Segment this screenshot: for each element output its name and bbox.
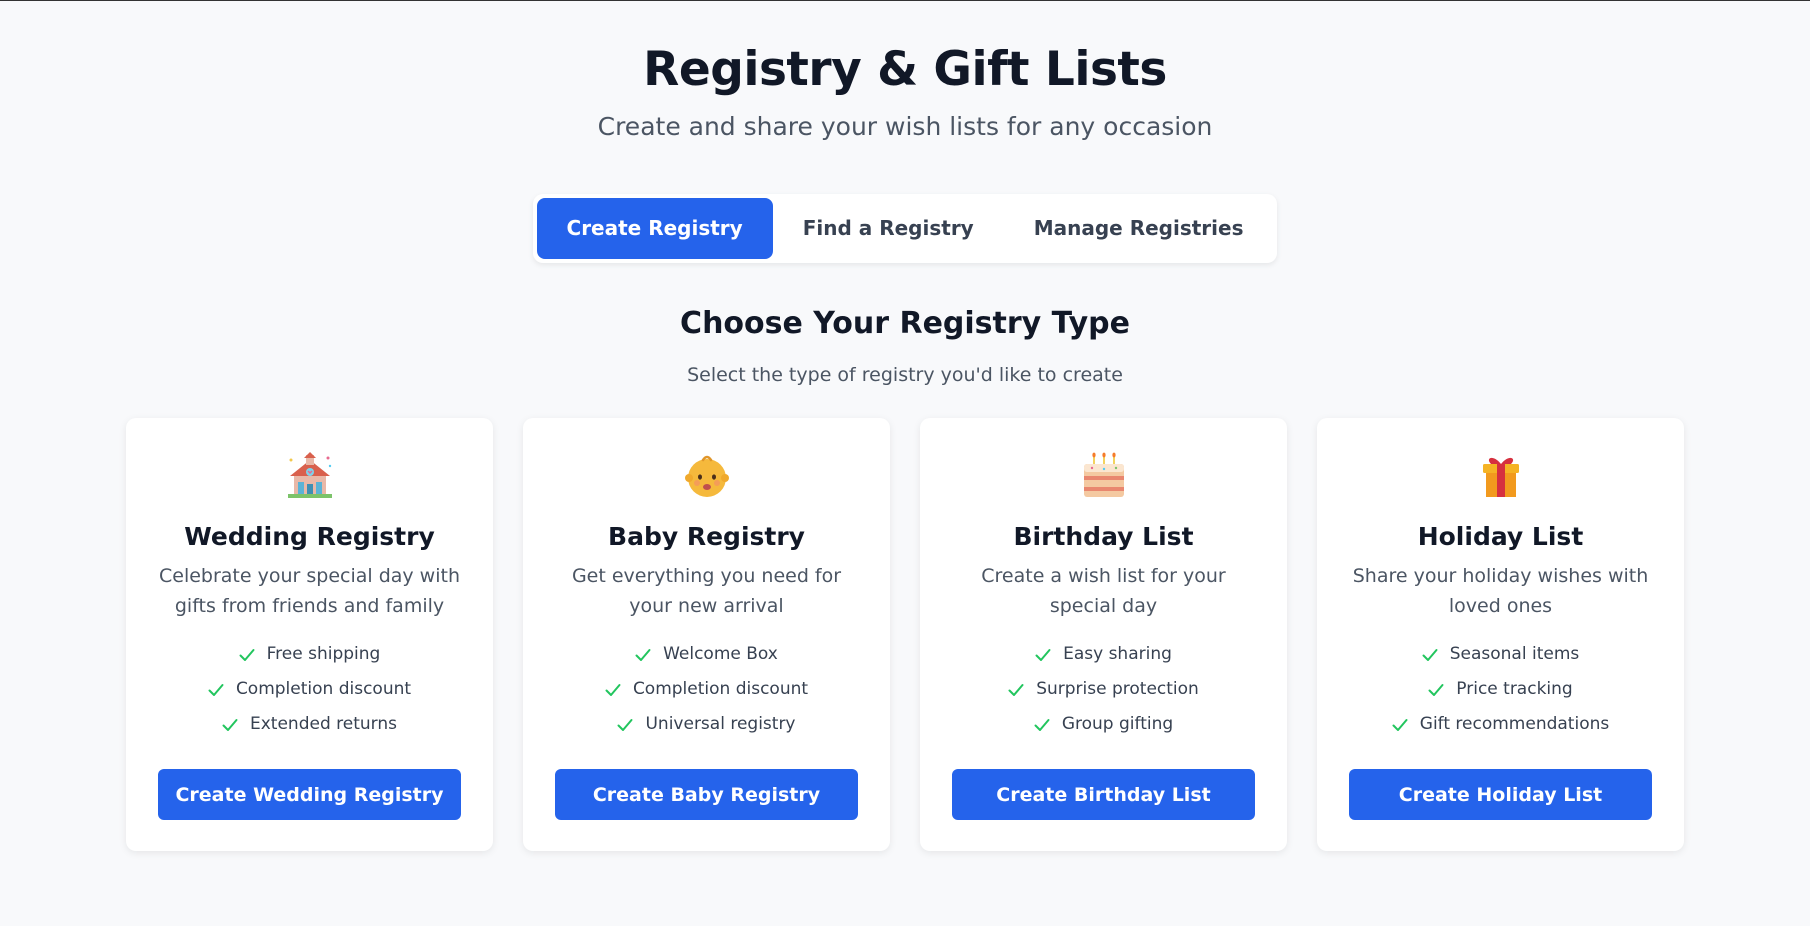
feature-item: Completion discount [605, 672, 808, 707]
feature-item: Price tracking [1392, 672, 1609, 707]
feature-item: Welcome Box [605, 637, 808, 672]
feature-item: Surprise protection [1008, 672, 1199, 707]
create-baby-registry-button[interactable]: Create Baby Registry [555, 769, 858, 820]
feature-item: Easy sharing [1008, 637, 1199, 672]
check-icon [208, 683, 224, 696]
feature-list: Free shipping Completion discount Extend… [208, 637, 411, 742]
tab-find-registry[interactable]: Find a Registry [773, 198, 1004, 259]
feature-item: Group gifting [1008, 707, 1199, 742]
feature-label: Free shipping [266, 644, 381, 664]
wedding-chapel-icon [287, 452, 332, 498]
tab-manage-registries[interactable]: Manage Registries [1004, 198, 1274, 259]
card-description: Share your holiday wishes with loved one… [1352, 565, 1649, 617]
card-title: Holiday List [1417, 522, 1584, 551]
card-title: Baby Registry [608, 522, 805, 551]
page-title: Registry & Gift Lists [643, 42, 1167, 97]
card-baby-registry: Baby Registry Get everything you need fo… [523, 418, 890, 851]
check-icon [239, 648, 255, 661]
feature-list: Welcome Box Completion discount Universa… [605, 637, 808, 742]
feature-label: Universal registry [645, 714, 796, 734]
registry-type-section: Choose Your Registry Type Select the typ… [0, 305, 1810, 388]
create-wedding-registry-button[interactable]: Create Wedding Registry [158, 769, 461, 820]
check-icon [1035, 648, 1051, 661]
baby-face-icon [684, 455, 729, 497]
card-description: Create a wish list for your special day [981, 565, 1226, 617]
feature-item: Extended returns [208, 707, 411, 742]
check-icon [635, 648, 651, 661]
check-icon [617, 718, 633, 731]
create-holiday-list-button[interactable]: Create Holiday List [1349, 769, 1652, 820]
card-wedding-registry: Wedding Registry Celebrate your special … [126, 418, 493, 851]
feature-label: Group gifting [1061, 714, 1174, 734]
check-icon [1422, 648, 1438, 661]
check-icon [222, 718, 238, 731]
feature-list: Seasonal items Price tracking Gift recom… [1392, 637, 1609, 742]
feature-label: Seasonal items [1449, 644, 1580, 664]
page-subtitle: Create and share your wish lists for any… [597, 112, 1213, 141]
check-icon [1428, 683, 1444, 696]
feature-label: Welcome Box [663, 644, 778, 664]
feature-label: Surprise protection [1036, 679, 1199, 699]
feature-list: Easy sharing Surprise protection Group g… [1008, 637, 1199, 742]
section-subtitle: Select the type of registry you'd like t… [687, 364, 1123, 386]
card-title: Birthday List [1013, 522, 1194, 551]
birthday-cake-icon [1083, 452, 1124, 497]
check-icon [1008, 683, 1024, 696]
card-description: Celebrate your special day with gifts fr… [158, 565, 460, 617]
feature-item: Free shipping [208, 637, 411, 672]
feature-item: Completion discount [208, 672, 411, 707]
tab-create-registry[interactable]: Create Registry [536, 198, 773, 259]
registry-cards: Wedding Registry Celebrate your special … [0, 418, 1810, 851]
feature-item: Seasonal items [1392, 637, 1609, 672]
feature-label: Gift recommendations [1419, 714, 1610, 734]
check-icon [605, 683, 621, 696]
create-birthday-list-button[interactable]: Create Birthday List [952, 769, 1255, 820]
card-holiday-list: Holiday List Share your holiday wishes w… [1317, 418, 1684, 851]
feature-label: Completion discount [632, 679, 809, 699]
tabs-wrapper: Create Registry Find a Registry Manage R… [0, 194, 1810, 263]
card-description: Get everything you need for your new arr… [571, 565, 842, 617]
gift-box-icon [1482, 457, 1519, 497]
page-header: Registry & Gift Lists Create and share y… [0, 1, 1810, 143]
section-title: Choose Your Registry Type [680, 306, 1130, 341]
feature-label: Completion discount [235, 679, 412, 699]
card-title: Wedding Registry [184, 522, 435, 551]
feature-label: Easy sharing [1063, 644, 1172, 664]
feature-item: Gift recommendations [1392, 707, 1609, 742]
registry-tabs: Create Registry Find a Registry Manage R… [532, 194, 1278, 263]
check-icon [1392, 718, 1408, 731]
feature-label: Extended returns [250, 714, 397, 734]
check-icon [1034, 718, 1050, 731]
card-birthday-list: Birthday List Create a wish list for you… [920, 418, 1287, 851]
feature-item: Universal registry [605, 707, 808, 742]
feature-label: Price tracking [1456, 679, 1573, 699]
